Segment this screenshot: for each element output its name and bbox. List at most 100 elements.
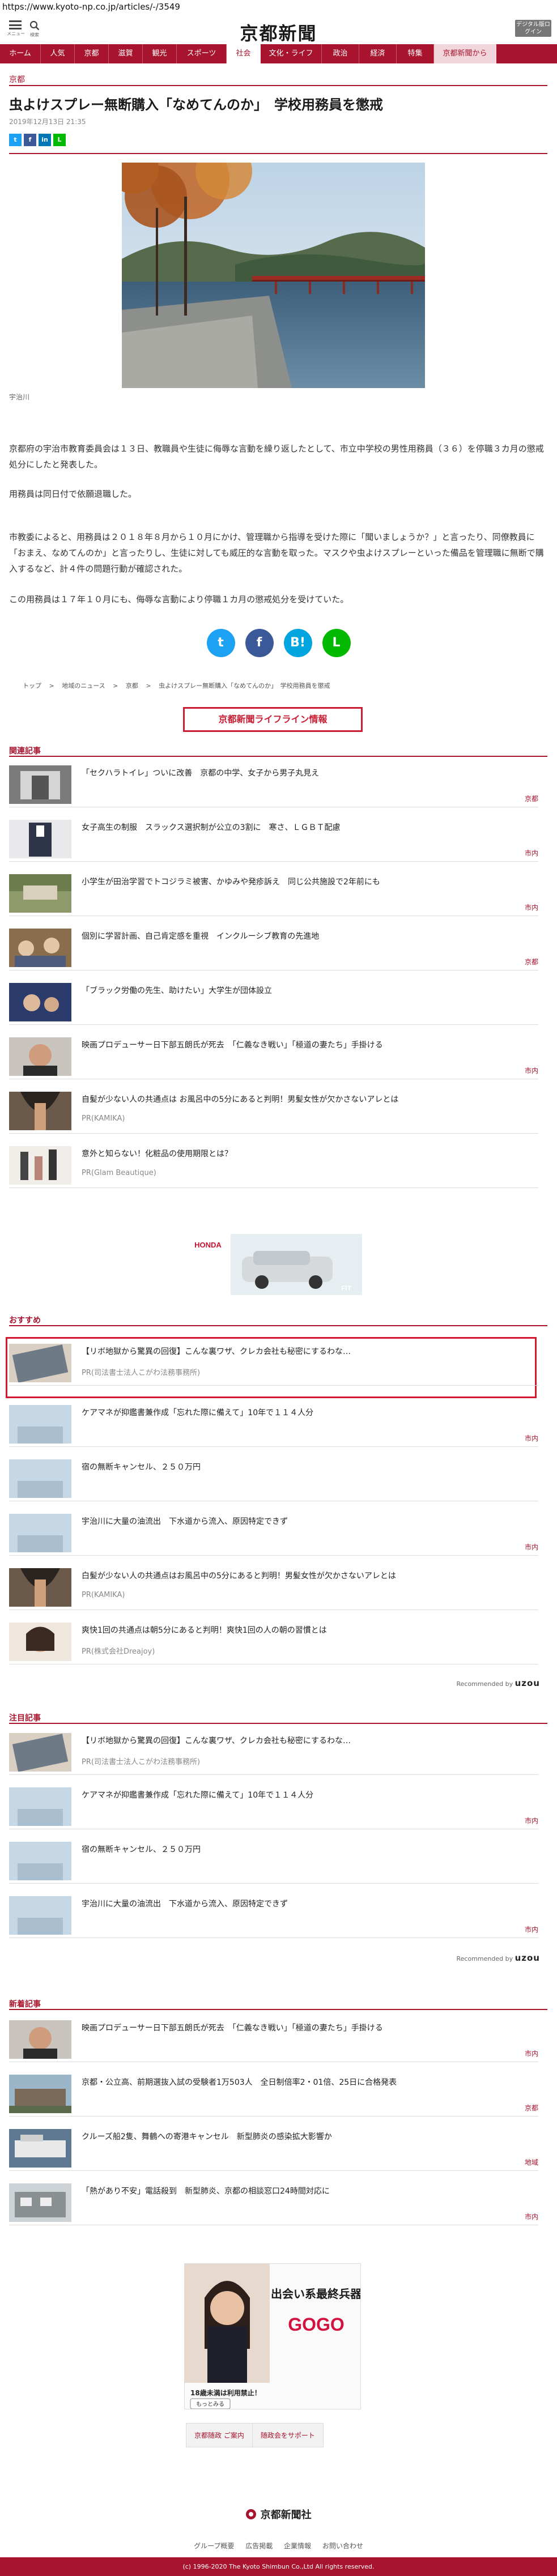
address-bar[interactable]: https://www.kyoto-np.co.jp/articles/-/35… [0,0,557,14]
facebook-share-button[interactable]: f [245,629,274,657]
display-ad[interactable]: 出会い系最終兵器 GOGO 18歳未満は利用禁止！ もっとみる [184,2263,361,2409]
site-logo[interactable]: 京都新聞 [0,19,557,45]
twitter-share-button[interactable]: t [206,629,235,657]
breadcrumb-kyoto[interactable]: 京都 [126,682,138,689]
footer-link-guide[interactable]: 京都随政 ご案内 [186,2424,252,2447]
breadcrumb-top[interactable]: トップ [23,682,41,689]
recommended-by-label: Recommended by [456,1680,513,1688]
section-label[interactable]: 京都 [9,74,25,85]
article-title: 「熱があり不安」電話殺到 新型肺炎、京都の相談窓口24時間対応に [82,2187,330,2196]
category-tag: 市内 [524,2050,538,2058]
pr-label: PR(司法書士法人こがわ法務事務所) [82,1369,201,1377]
breadcrumb-separator: > [146,682,151,689]
list-item[interactable]: 小学生が田治学習でトコジラミ被害、かゆみや発疹訴え 同じ公共施設で2年前にも 市… [9,871,538,916]
list-item[interactable]: 意外と知らない！化粧品の使用期限とは？ PR(Glam Beautique) [9,1143,538,1188]
category-tag: 市内 [524,849,538,857]
nav-tourism[interactable]: 観光 [143,44,177,63]
recommend-section-title: おすすめ [9,1316,41,1325]
footer-link-ads[interactable]: 広告掲載 [245,2542,273,2550]
thumbnail [9,1842,71,1880]
list-item[interactable]: 自髪が少ない人の共通点は お風呂中の5分にあると判明！男髪女性が欠かさないアレと… [9,1088,538,1134]
line-share-button[interactable]: L [53,134,66,146]
list-item[interactable]: 女子高生の制服 スラックス選択制が公立の3割に 寒さ、ＬＧＢＴ配慮 市内 [9,816,538,862]
category-tag: 京都 [524,2104,538,2112]
line-share-button[interactable]: L [322,629,351,657]
recommended-by: Recommended by uzou [457,1678,541,1688]
nav-kyoto[interactable]: 京都 [75,44,109,63]
thumbnail [9,2075,71,2113]
list-item[interactable]: 【リボ地獄から驚異の回復】こんな裏ワザ、クレカ会社も秘密にするわな… PR(司法… [9,1730,538,1775]
breadcrumb-local-news[interactable]: 地域のニュース [62,682,105,689]
article-date: 2019年12月13日 21:35 [9,118,86,126]
photo-caption: 宇治川 [9,393,30,401]
article-title: ケアマネが抑鑑書兼作成「忘れた際に備えて」10年で１１４人分 [82,1408,314,1417]
uzou-logo[interactable]: uzou [515,1678,540,1688]
company-logo[interactable]: 京都新聞社 [0,2507,557,2522]
nav-special[interactable]: 特集 [397,44,434,63]
category-tag: 市内 [524,1434,538,1442]
category-tag: 市内 [524,1817,538,1825]
nav-politics[interactable]: 政治 [322,44,359,63]
pr-label: PR(KAMIKA) [82,1591,125,1599]
thumbnail [9,1623,71,1661]
linkedin-share-button[interactable]: in [39,134,51,146]
nav-from-kyoto-np[interactable]: 京都新聞から [434,44,496,63]
list-item[interactable]: 「ブラック労働の先生、助けたい」大学生が団体設立 [9,980,538,1025]
digital-login-button[interactable]: デジタル版ログイン [515,20,551,37]
article-paragraph-4: この用務員は１７年１０月にも、侮辱な言動により停職１カ月の懲戒処分を受けていた。 [9,594,349,604]
thumbnail [9,1787,71,1826]
list-item[interactable]: 宿の無断キャンセル、２５０万円 [9,1838,538,1884]
article-title: 白髪が少ない人の共通点はお風呂中の5分にあると判明！男髪女性が欠かさないアレとは [82,1572,396,1581]
copyright: (c) 1996-2020 The Kyoto Shimbun Co.,Ltd … [0,2557,557,2576]
honda-ad-banner[interactable]: HONDA FIT [185,1234,362,1295]
list-item[interactable]: 「熱があり不安」電話殺到 新型肺炎、京都の相談窓口24時間対応に 市内 [9,2180,538,2225]
list-item[interactable]: 京都・公立高、前期選抜入試の受験者1万503人 全日制倍率2・01倍、25日に合… [9,2071,538,2117]
breadcrumb: トップ > 地域のニュース > 京都 > 虫よけスプレー無断購入「なめてんのか」… [23,681,336,690]
list-item[interactable]: 映画プロデューサー日下部五朗氏が死去 「仁義なき戦い」「極道の妻たち」手掛ける … [9,1034,538,1079]
list-item[interactable]: 「セクハラトイレ」ついに改善 京都の中学、女子から男子丸見え 京都 [9,762,538,807]
thumbnail [9,929,71,967]
river-bridge-photo [122,163,425,388]
article-title: 宇治川に大量の油流出 下水道から流入、原因特定できず [82,1900,288,1909]
list-item[interactable]: 【リボ地獄から驚異の回復】こんな裏ワザ、クレカ会社も秘密にするわな… PR(司法… [9,1340,538,1386]
nav-society[interactable]: 社会 [227,44,261,63]
nav-economy[interactable]: 経済 [359,44,397,63]
list-item[interactable]: 宿の無断キャンセル、２５０万円 [9,1456,538,1501]
footer-link-contact[interactable]: お問い合わせ [322,2542,363,2550]
list-item[interactable]: 宇治川に大量の油流出 下水道から流入、原因特定できず 市内 [9,1510,538,1556]
article-title: 意外と知らない！化粧品の使用期限とは？ [82,1149,232,1159]
pr-label: PR(株式会社Dreajoy) [82,1647,155,1656]
nav-culture[interactable]: 文化・ライフ [261,44,322,63]
footer-link-company[interactable]: 企業情報 [284,2542,311,2550]
facebook-share-button[interactable]: f [24,134,36,146]
list-item[interactable]: 映画プロデューサー日下部五朗氏が死去 「仁義なき戦い」「極道の妻たち」手掛ける … [9,2017,538,2062]
related-rule [9,756,547,757]
article-photo[interactable] [122,163,425,388]
nav-popular[interactable]: 人気 [41,44,75,63]
hatena-share-button[interactable]: B! [283,629,312,657]
thumbnail [9,1344,71,1382]
nav-sports[interactable]: スポーツ [177,44,227,63]
list-item[interactable]: 白髪が少ない人の共通点はお風呂中の5分にあると判明！男髪女性が欠かさないアレとは… [9,1565,538,1610]
list-item[interactable]: 宇治川に大量の油流出 下水道から流入、原因特定できず 市内 [9,1893,538,1938]
nav-shiga[interactable]: 滋賀 [109,44,143,63]
thumbnail [9,2129,71,2168]
footer-link-group[interactable]: グループ概要 [194,2542,234,2550]
lifeline-info-button[interactable]: 京都新聞ライフライン情報 [183,707,363,732]
ad-model: FIT [341,1284,352,1292]
nav-home[interactable]: ホーム [0,44,41,63]
ad-headline: 出会い系最終兵器 [271,2287,361,2301]
pr-label: PR(Glam Beautique) [82,1169,156,1177]
list-item[interactable]: ケアマネが抑鑑書兼作成「忘れた際に備えて」10年で１１４人分 市内 [9,1402,538,1447]
list-item[interactable]: 個別に学習計画、自己肯定感を重視 インクルーシブ教育の先進地 京都 [9,925,538,970]
article-title: 宿の無断キャンセル、２５０万円 [82,1845,201,1854]
list-item[interactable]: クルーズ船2隻、舞鶴への寄港キャンセル 新型肺炎の感染拡大影響か 地域 [9,2126,538,2171]
twitter-share-button[interactable]: t [9,134,22,146]
list-item[interactable]: ケアマネが抑鑑書兼作成「忘れた際に備えて」10年で１１４人分 市内 [9,1784,538,1829]
category-tag: 京都 [524,958,538,966]
footer-link-support[interactable]: 随政会をサポート [252,2424,323,2447]
list-item[interactable]: 爽快1回の共通点は朝5分にあると判明！爽快1回の人の朝の習慣とは PR(株式会社… [9,1619,538,1664]
thumbnail [9,983,71,1021]
article-title: 映画プロデューサー日下部五朗氏が死去 「仁義なき戦い」「極道の妻たち」手掛ける [82,1041,383,1050]
uzou-logo[interactable]: uzou [515,1953,540,1963]
